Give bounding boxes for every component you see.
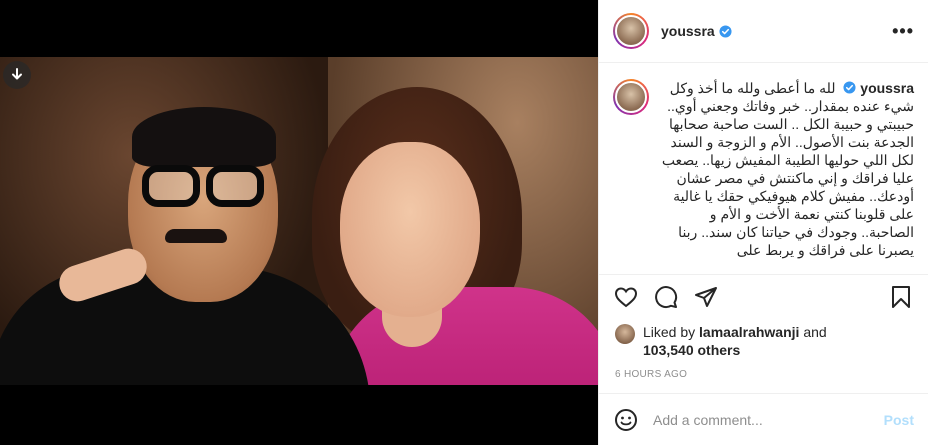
caption-avatar[interactable] xyxy=(613,79,649,115)
likes-summary: Liked by lamaalrahwanji and 103,540 othe… xyxy=(599,319,928,361)
verified-icon xyxy=(843,81,856,94)
post-header: youssra ••• xyxy=(599,0,928,63)
liker-username[interactable]: lamaalrahwanji xyxy=(699,324,799,340)
post-comment-button[interactable]: Post xyxy=(884,412,914,428)
avatar[interactable] xyxy=(613,13,649,49)
post-media[interactable] xyxy=(0,0,598,445)
liker-avatar[interactable] xyxy=(615,324,635,344)
likes-conjunction: and xyxy=(803,324,827,340)
post-photo[interactable] xyxy=(0,57,598,385)
caption-username[interactable]: youssra xyxy=(860,80,914,96)
post-timestamp[interactable]: 6 HOURS AGO xyxy=(599,361,928,391)
likes-prefix: Liked by xyxy=(643,324,696,340)
caption: youssra لله ما أعطى ولله ما أخذ وكل شيء … xyxy=(599,63,928,275)
comment-input[interactable] xyxy=(653,411,876,428)
post-sidebar: youssra ••• youssra لله ما أعطى ولله ما … xyxy=(598,0,928,445)
comment-icon[interactable] xyxy=(653,284,679,310)
author-username[interactable]: youssra xyxy=(661,23,715,39)
heart-icon[interactable] xyxy=(613,284,639,310)
bookmark-icon[interactable] xyxy=(888,284,914,310)
comment-box: Post xyxy=(599,393,928,445)
action-bar xyxy=(599,275,928,319)
emoji-icon[interactable] xyxy=(613,407,639,433)
more-options-button[interactable]: ••• xyxy=(892,21,914,42)
share-icon[interactable] xyxy=(693,284,719,310)
verified-icon xyxy=(719,24,732,38)
likes-count[interactable]: 103,540 others xyxy=(643,342,740,358)
caption-text: youssra لله ما أعطى ولله ما أخذ وكل شيء … xyxy=(661,79,914,274)
download-icon[interactable] xyxy=(3,61,31,89)
instagram-post: youssra ••• youssra لله ما أعطى ولله ما … xyxy=(0,0,928,445)
caption-body: لله ما أعطى ولله ما أخذ وكل شيء عنده بمق… xyxy=(661,80,914,258)
